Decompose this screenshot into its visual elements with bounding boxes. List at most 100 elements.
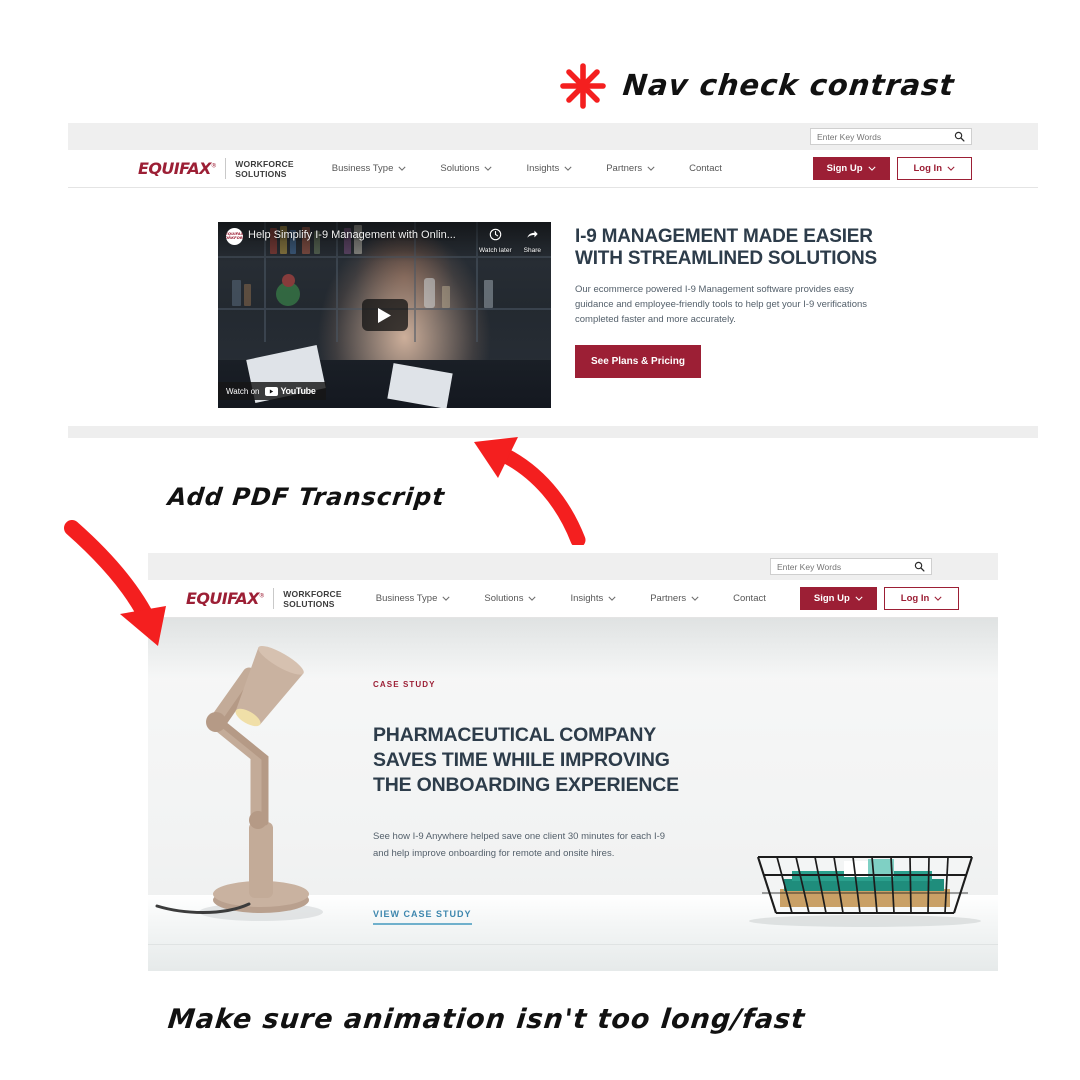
log-in-button[interactable]: Log In xyxy=(896,157,972,180)
nav-item-label: Partners xyxy=(650,593,687,604)
case-title-line1: PHARMACEUTICAL COMPANY xyxy=(373,724,657,746)
chevron-down-icon xyxy=(934,596,942,601)
nav-item-label: Solutions xyxy=(484,593,524,604)
brand-subtitle-line1: WORKFORCE xyxy=(235,158,294,169)
nav-item-contact[interactable]: Contact xyxy=(733,593,766,604)
brand-subtitle-line2: SOLUTIONS xyxy=(235,168,287,179)
main-nav-two: EQUIFAX® WORKFORCE SOLUTIONS Business Ty… xyxy=(148,580,998,618)
bottom-gray-band xyxy=(68,426,1038,438)
share-label: Share xyxy=(523,246,541,254)
case-study-eyebrow: CASE STUDY xyxy=(373,680,436,689)
wire-tray-image xyxy=(749,855,981,927)
nav-links-two: Business Type Solutions Insights Partner… xyxy=(376,593,800,604)
nav-item-business-type[interactable]: Business Type xyxy=(332,163,407,174)
nav-item-business-type[interactable]: Business Type xyxy=(376,593,451,604)
equifax-wordmark: EQUIFAX® xyxy=(186,589,265,608)
brand-subtitle: WORKFORCE SOLUTIONS xyxy=(283,589,341,609)
view-case-study-link[interactable]: VIEW CASE STUDY xyxy=(373,909,472,925)
brand-logo[interactable]: EQUIFAX® WORKFORCE SOLUTIONS xyxy=(138,158,294,179)
registered-mark-icon: ® xyxy=(210,162,217,170)
nav-item-label: Partners xyxy=(606,163,643,174)
hero-title-line2: WITH STREAMLINED SOLUTIONS xyxy=(575,248,877,269)
nav-item-label: Contact xyxy=(689,163,722,174)
nav-item-partners[interactable]: Partners xyxy=(650,593,699,604)
case-title-line3: THE ONBOARDING EXPERIENCE xyxy=(373,774,679,796)
chevron-down-icon xyxy=(855,596,863,601)
search-icon[interactable] xyxy=(954,131,965,142)
sign-up-button[interactable]: Sign Up xyxy=(812,157,890,180)
nav-item-label: Business Type xyxy=(375,593,438,604)
chevron-down-icon xyxy=(564,166,572,171)
brand-subtitle: WORKFORCE SOLUTIONS xyxy=(235,159,293,179)
log-in-button[interactable]: Log In xyxy=(883,587,960,610)
nav-item-contact[interactable]: Contact xyxy=(689,163,722,174)
nav-item-insights[interactable]: Insights xyxy=(570,593,616,604)
case-title-line2: SAVES TIME WHILE IMPROVING xyxy=(373,749,670,771)
youtube-wordmark: YouTube xyxy=(280,386,316,396)
nav-item-solutions[interactable]: Solutions xyxy=(440,163,493,174)
case-study-body-text: See how I-9 Anywhere helped save one cli… xyxy=(373,831,666,859)
share-arrow-icon xyxy=(524,228,541,244)
clock-icon xyxy=(479,228,512,244)
play-button-icon[interactable] xyxy=(361,299,408,331)
chevron-down-icon xyxy=(528,596,537,601)
nav-item-label: Contact xyxy=(733,593,766,604)
youtube-logo-icon: YouTube xyxy=(264,386,316,396)
nav-actions-one: Sign Up Log In xyxy=(812,157,972,180)
annotation-animation-speed: Make sure animation isn't too long/fast xyxy=(166,1004,807,1035)
hero-title: I-9 MANAGEMENT MADE EASIER WITH STREAMLI… xyxy=(575,226,1038,270)
brand-divider xyxy=(273,588,275,609)
search-box[interactable] xyxy=(770,558,932,575)
log-in-label: Log In xyxy=(900,593,930,604)
case-study-title: PHARMACEUTICAL COMPANY SAVES TIME WHILE … xyxy=(373,723,703,798)
brand-divider xyxy=(225,158,227,179)
channel-avatar-mark: EQUIFAXWORKFORCE xyxy=(226,231,243,241)
main-nav-one: EQUIFAX® WORKFORCE SOLUTIONS Business Ty… xyxy=(68,150,1038,188)
utility-bar-one xyxy=(68,123,1038,150)
screenshot-case-study-hero: EQUIFAX® WORKFORCE SOLUTIONS Business Ty… xyxy=(148,553,998,971)
video-hero-section: EQUIFAXWORKFORCE Help Simplify I-9 Manag… xyxy=(68,188,1038,438)
channel-avatar[interactable]: EQUIFAXWORKFORCE xyxy=(226,228,243,245)
see-plans-pricing-button[interactable]: See Plans & Pricing xyxy=(575,345,701,378)
hero-body-text: Our ecommerce powered I-9 Management sof… xyxy=(575,284,868,325)
brand-subtitle-line2: SOLUTIONS xyxy=(283,598,335,609)
nav-item-partners[interactable]: Partners xyxy=(606,163,655,174)
watch-on-youtube-button[interactable]: Watch on YouTube xyxy=(218,382,326,400)
equifax-text: EQUIFAX xyxy=(186,589,259,608)
search-icon[interactable] xyxy=(914,561,925,572)
nav-item-label: Insights xyxy=(526,163,560,174)
nav-item-insights[interactable]: Insights xyxy=(526,163,572,174)
annotation-nav-check-contrast: Nav check contrast xyxy=(621,68,957,102)
brand-logo[interactable]: EQUIFAX® WORKFORCE SOLUTIONS xyxy=(186,588,342,609)
youtube-video-player[interactable]: EQUIFAXWORKFORCE Help Simplify I-9 Manag… xyxy=(218,222,551,408)
sign-up-label: Sign Up xyxy=(813,593,850,604)
desk-edge-line xyxy=(148,944,998,945)
search-input[interactable] xyxy=(777,561,914,572)
annotation-add-pdf-transcript: Add PDF Transcript xyxy=(166,483,447,511)
chevron-down-icon xyxy=(442,596,450,601)
equifax-wordmark: EQUIFAX® xyxy=(138,159,217,178)
registered-mark-icon: ® xyxy=(258,592,265,600)
video-title[interactable]: Help Simplify I-9 Management with Onlin.… xyxy=(248,228,467,241)
chevron-down-icon xyxy=(484,166,493,171)
chevron-down-icon xyxy=(647,166,655,171)
screenshot-video-hero: EQUIFAX® WORKFORCE SOLUTIONS Business Ty… xyxy=(68,123,1038,471)
sign-up-button[interactable]: Sign Up xyxy=(799,587,877,610)
search-input[interactable] xyxy=(817,131,954,142)
chevron-down-icon xyxy=(867,166,876,171)
chevron-down-icon xyxy=(947,166,955,171)
search-box[interactable] xyxy=(810,128,972,145)
hero-title-line1: I-9 MANAGEMENT MADE EASIER xyxy=(575,226,873,247)
nav-links-one: Business Type Solutions Insights Partner… xyxy=(332,163,813,174)
watch-later-button[interactable]: Watch later xyxy=(479,228,512,254)
share-button[interactable]: Share xyxy=(524,228,541,254)
nav-item-label: Solutions xyxy=(440,163,480,174)
nav-item-solutions[interactable]: Solutions xyxy=(484,593,537,604)
nav-item-label: Insights xyxy=(570,593,604,604)
brand-subtitle-line1: WORKFORCE xyxy=(283,588,342,599)
nav-actions-two: Sign Up Log In xyxy=(799,587,960,610)
equifax-text: EQUIFAX xyxy=(138,159,211,178)
watch-later-label: Watch later xyxy=(479,246,512,254)
watch-on-label: Watch on xyxy=(226,386,260,396)
log-in-label: Log In xyxy=(913,163,943,174)
